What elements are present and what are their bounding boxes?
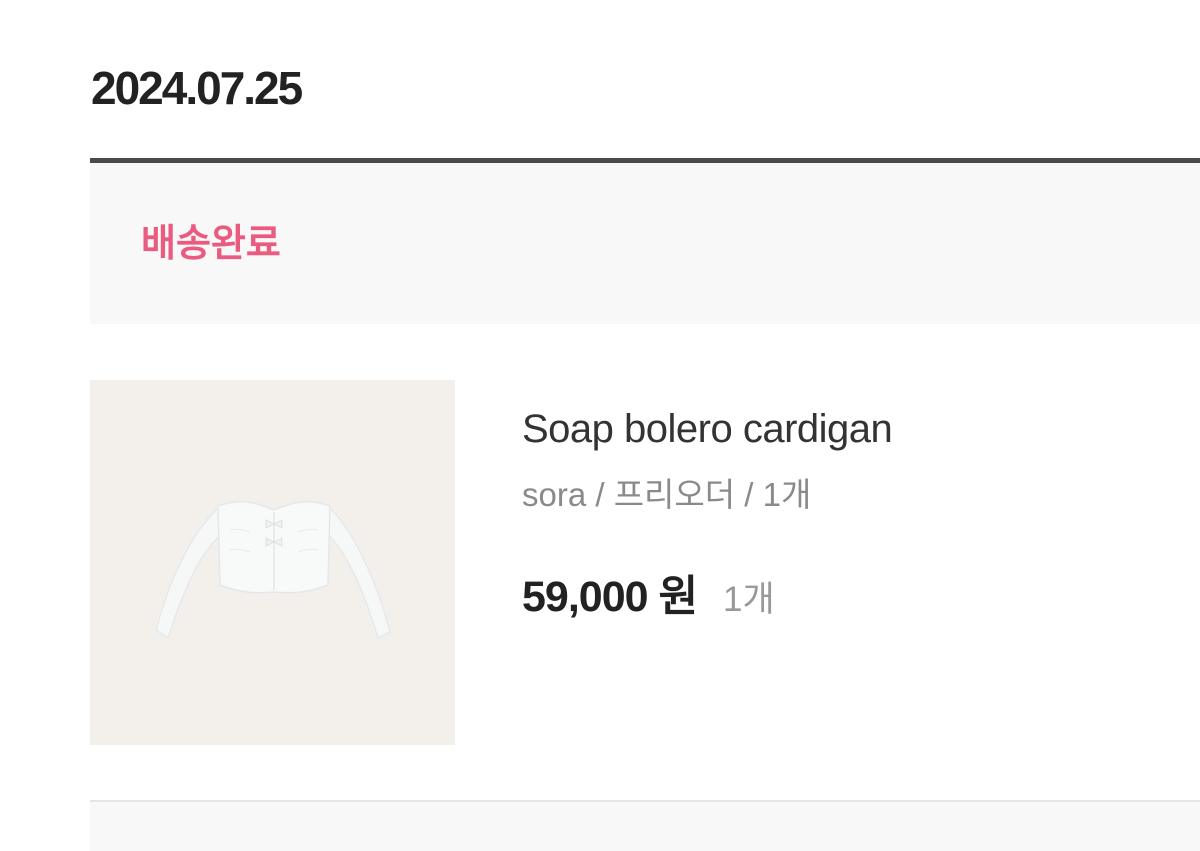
product-name[interactable]: Soap bolero cardigan xyxy=(522,404,893,454)
product-quantity: 1개 xyxy=(723,580,775,619)
order-history-page: 2024.07.25 배송완료 Soap bolero cardigan sor… xyxy=(0,0,1200,851)
product-option: sora / 프리오더 / 1개 xyxy=(522,476,812,513)
order-status-bar: 배송완료 xyxy=(90,163,1200,324)
product-thumbnail[interactable] xyxy=(90,380,455,745)
next-order-section xyxy=(90,802,1200,851)
price-line: 59,000 원 1개 xyxy=(522,570,775,634)
delivery-status-label: 배송완료 xyxy=(141,223,281,265)
product-price: 59,000 원 xyxy=(522,573,698,621)
order-date: 2024.07.25 xyxy=(91,62,303,114)
order-item[interactable]: Soap bolero cardigan sora / 프리오더 / 1개 59… xyxy=(90,380,1200,745)
cardigan-image-icon xyxy=(90,380,455,745)
